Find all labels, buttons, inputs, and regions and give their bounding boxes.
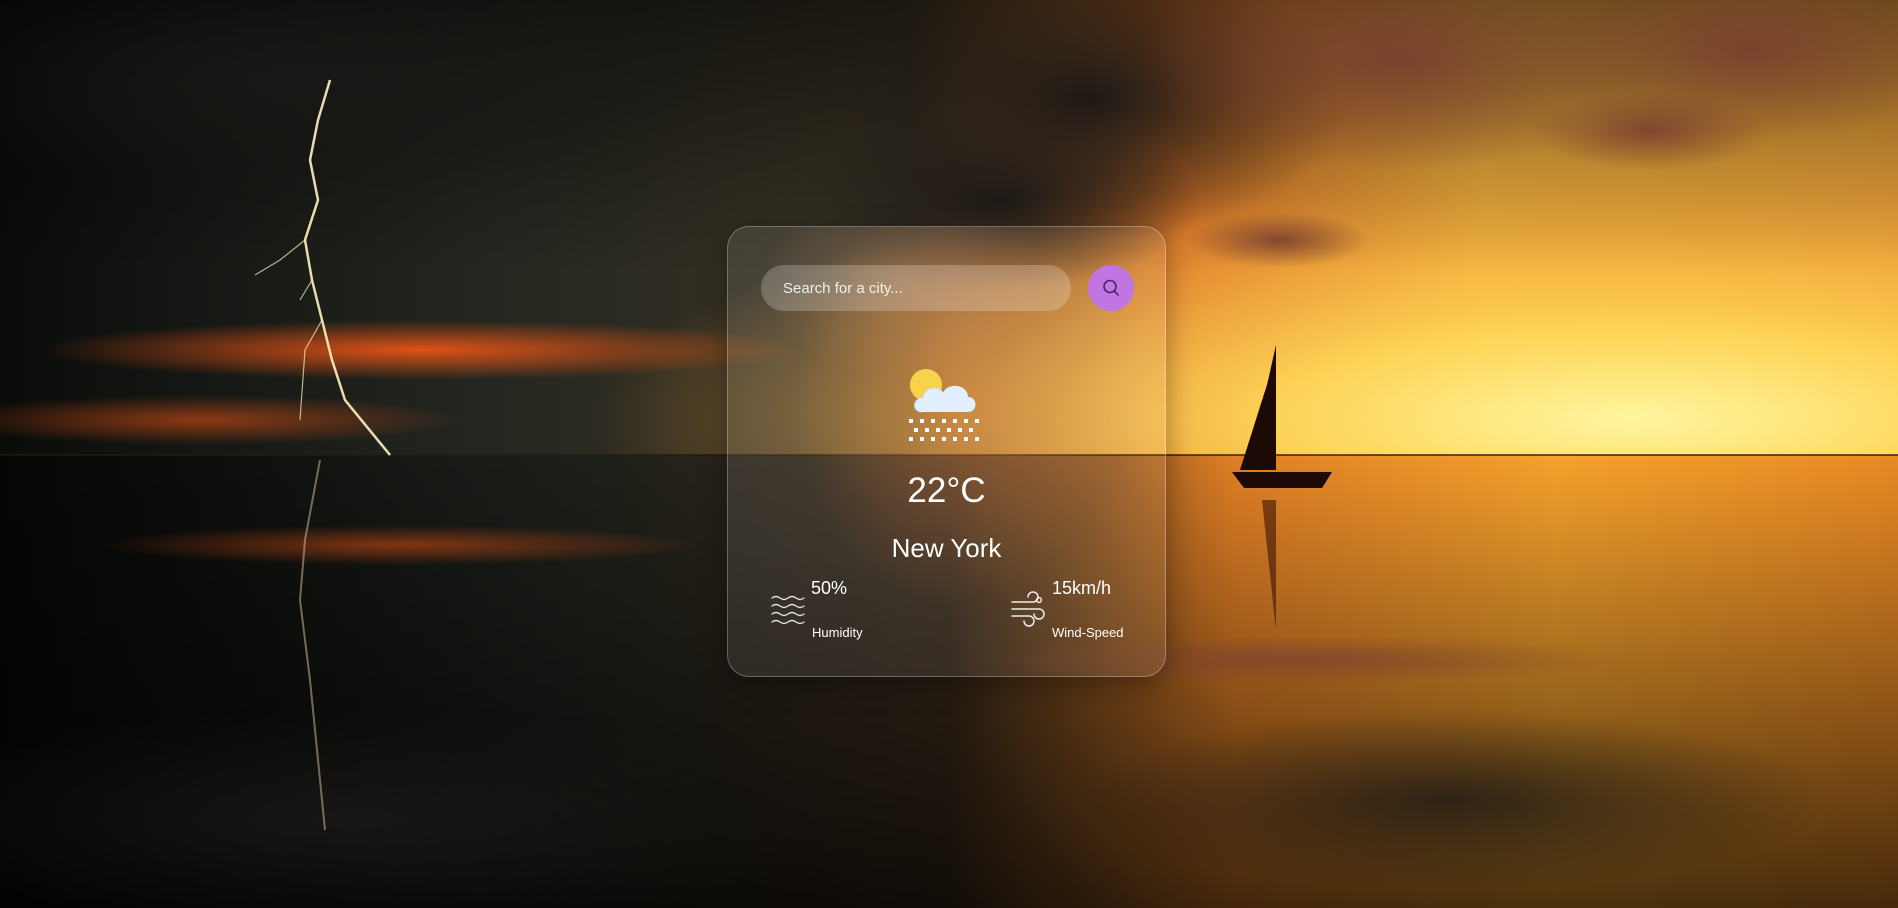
- search-icon: [1103, 279, 1119, 296]
- wind-icon: [1011, 591, 1045, 627]
- humidity-value: 50%: [811, 578, 848, 598]
- search-button[interactable]: [1088, 265, 1134, 311]
- humidity-label: Humidity: [812, 625, 863, 640]
- wind-speed-label: Wind-Speed: [1052, 625, 1124, 640]
- cloud-sun-snow-icon: [909, 369, 979, 441]
- city-name: New York: [891, 533, 1002, 563]
- temperature-value: 22°C: [907, 471, 986, 510]
- weather-card: 22°C New York 50% Humidity 15km/h Wind-S…: [727, 226, 1166, 677]
- search-input[interactable]: [761, 265, 1071, 311]
- humidity-waves-icon: [771, 595, 805, 625]
- wind-speed-value: 15km/h: [1052, 578, 1112, 598]
